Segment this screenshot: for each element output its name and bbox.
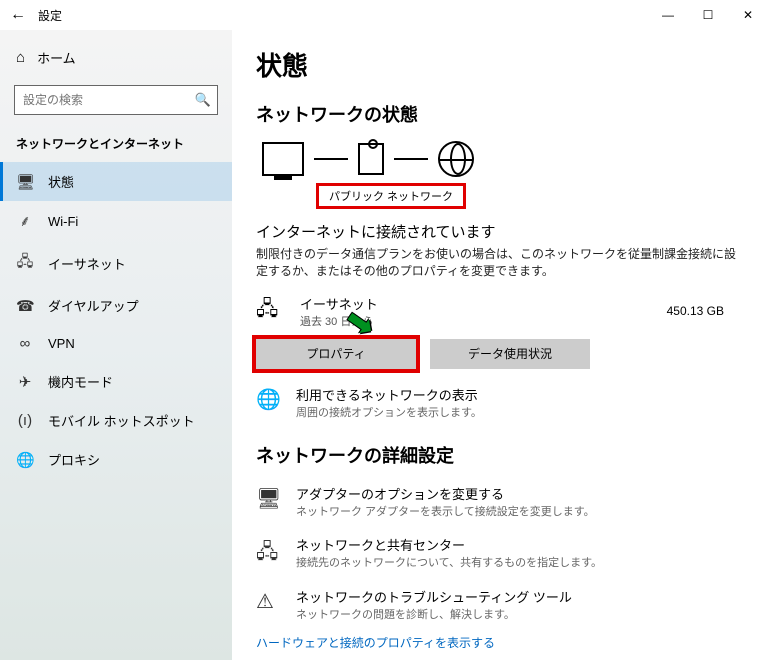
sharing-icon: 🖧 <box>256 535 282 571</box>
sidebar-item-vpn[interactable]: ∞ VPN <box>0 325 232 362</box>
sidebar-item-label: プロキシ <box>48 450 100 469</box>
airplane-icon: ✈ <box>16 373 34 391</box>
sidebar-item-label: Wi-Fi <box>48 214 78 229</box>
data-usage-button[interactable]: データ使用状況 <box>430 339 590 369</box>
close-button[interactable]: ✕ <box>728 0 768 30</box>
sidebar: ⌂ ホーム 🔍 ネットワークとインターネット 🖥 状態 ⸙ Wi-Fi 🖧 イー… <box>0 30 232 660</box>
connection-line-icon <box>394 158 428 160</box>
adapter-usage: 450.13 GB <box>667 304 724 318</box>
hotspot-icon: (ı) <box>16 412 34 429</box>
window-title: 設定 <box>38 7 62 24</box>
link-hardware-properties[interactable]: ハードウェアと接続のプロパティを表示する <box>256 634 744 651</box>
section-advanced: ネットワークの詳細設定 <box>256 442 744 468</box>
connected-description: 制限付きのデータ通信プランをお使いの場合は、このネットワークを従量制課金接続に設… <box>256 246 744 280</box>
sidebar-item-status[interactable]: 🖥 状態 <box>0 162 232 201</box>
sidebar-item-airplane[interactable]: ✈ 機内モード <box>0 362 232 401</box>
adapter-row: 🖧 イーサネット 過去 30 日から 450.13 GB <box>256 294 744 329</box>
device-icon <box>262 142 304 176</box>
sidebar-item-label: イーサネット <box>48 254 126 273</box>
option-subtitle: 周囲の接続オプションを表示します。 <box>296 404 482 420</box>
globe-icon: 🌐 <box>256 385 282 420</box>
sidebar-item-wifi[interactable]: ⸙ Wi-Fi <box>0 201 232 241</box>
proxy-icon: 🌐 <box>16 451 34 469</box>
connected-heading: インターネットに接続されています <box>256 221 744 242</box>
search-input[interactable] <box>15 93 189 107</box>
warning-icon: ⚠ <box>256 587 282 622</box>
option-subtitle: 接続先のネットワークについて、共有するものを指定します。 <box>296 554 602 570</box>
option-subtitle: ネットワークの問題を診断し、解決します。 <box>296 606 572 622</box>
sidebar-item-proxy[interactable]: 🌐 プロキシ <box>0 440 232 479</box>
sidebar-item-label: ダイヤルアップ <box>48 296 139 315</box>
sidebar-item-label: モバイル ホットスポット <box>48 411 195 430</box>
titlebar: ← 設定 — ☐ ✕ <box>0 0 768 30</box>
minimize-button[interactable]: — <box>648 0 688 30</box>
home-icon: ⌂ <box>16 49 25 66</box>
sidebar-item-dialup[interactable]: ☎ ダイヤルアップ <box>0 286 232 325</box>
option-title: ネットワークのトラブルシューティング ツール <box>296 587 572 606</box>
back-button[interactable]: ← <box>10 6 34 24</box>
vpn-icon: ∞ <box>16 335 34 352</box>
adapter-sub: 過去 30 日から <box>300 313 378 329</box>
adapter-icon: 🖧 <box>256 294 288 328</box>
connection-line-icon <box>314 158 348 160</box>
option-subtitle: ネットワーク アダプターを表示して接続設定を変更します。 <box>296 503 595 519</box>
sidebar-item-label: 状態 <box>48 172 74 191</box>
adapter-options-icon: 🖥 <box>256 484 282 519</box>
sidebar-item-label: 機内モード <box>48 372 113 391</box>
button-row: ➡ プロパティ データ使用状況 <box>256 339 744 369</box>
sidebar-item-ethernet[interactable]: 🖧 イーサネット <box>0 241 232 286</box>
section-status: ネットワークの状態 <box>256 101 744 127</box>
option-title: ネットワークと共有センター <box>296 535 602 554</box>
globe-icon <box>438 141 474 177</box>
router-icon <box>358 143 384 175</box>
page-title: 状態 <box>256 46 744 83</box>
status-icon: 🖥 <box>16 173 34 191</box>
available-networks-option[interactable]: 🌐 利用できるネットワークの表示 周囲の接続オプションを表示します。 <box>256 385 744 420</box>
sharing-center-option[interactable]: 🖧 ネットワークと共有センター 接続先のネットワークについて、共有するものを指定… <box>256 535 744 571</box>
wifi-icon: ⸙ <box>16 211 34 231</box>
properties-button[interactable]: プロパティ <box>256 339 416 369</box>
adapter-options[interactable]: 🖥 アダプターのオプションを変更する ネットワーク アダプターを表示して接続設定… <box>256 484 744 519</box>
home-link[interactable]: ⌂ ホーム <box>0 40 232 75</box>
network-diagram <box>262 141 744 177</box>
home-label: ホーム <box>37 48 76 67</box>
maximize-button[interactable]: ☐ <box>688 0 728 30</box>
sidebar-item-label: VPN <box>48 336 75 351</box>
content: 状態 ネットワークの状態 パブリック ネットワーク インターネットに接続されてい… <box>232 30 768 660</box>
sidebar-item-hotspot[interactable]: (ı) モバイル ホットスポット <box>0 401 232 440</box>
ethernet-icon: 🖧 <box>16 251 34 276</box>
dialup-icon: ☎ <box>16 297 34 315</box>
search-icon: 🔍 <box>189 92 217 108</box>
option-title: 利用できるネットワークの表示 <box>296 385 482 404</box>
search-box[interactable]: 🔍 <box>14 85 218 115</box>
adapter-name: イーサネット <box>300 294 378 313</box>
network-type-highlight: パブリック ネットワーク <box>316 183 466 209</box>
option-title: アダプターのオプションを変更する <box>296 484 595 503</box>
troubleshoot-option[interactable]: ⚠ ネットワークのトラブルシューティング ツール ネットワークの問題を診断し、解… <box>256 587 744 622</box>
sidebar-category: ネットワークとインターネット <box>0 125 232 162</box>
